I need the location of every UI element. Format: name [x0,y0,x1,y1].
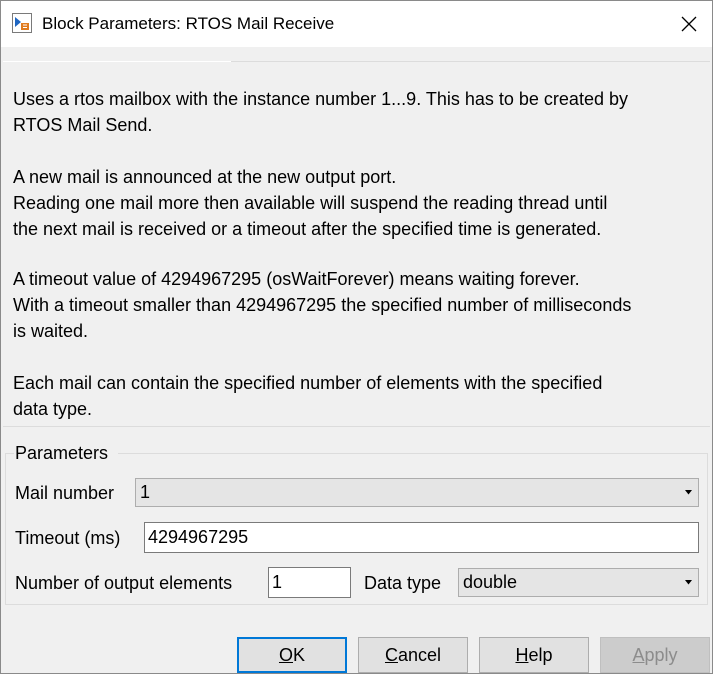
group-border [6,453,14,454]
help-button[interactable]: Help [479,637,589,673]
cancel-mnemonic: C [384,645,398,665]
mail-number-select[interactable]: 1 [135,478,699,507]
ok-button[interactable]: OK [237,637,347,673]
data-type-label: Data type [364,573,442,593]
description-line: data type. [13,399,93,419]
description-tab-line [3,61,231,62]
ok-label: K [293,645,306,665]
help-label: elp [528,645,553,665]
apply-button[interactable]: Apply [600,637,710,673]
mail-number-label: Mail number [15,483,115,503]
num-elements-value: 1 [272,572,283,592]
description-line: Reading one mail more then available wil… [13,193,608,213]
description-paragraph-3: A timeout value of 4294967295 (osWaitFor… [13,266,631,344]
data-type-value: double [463,572,518,592]
num-elements-input[interactable]: 1 [268,567,351,598]
description-paragraph-4: Each mail can contain the specified numb… [13,370,602,422]
title-bar[interactable]: Block Parameters: RTOS Mail Receive [1,1,712,47]
apply-mnemonic: A [632,645,645,665]
timeout-input[interactable]: 4294967295 [144,522,699,553]
apply-label: pply [644,645,678,665]
description-paragraph-2: A new mail is announced at the new outpu… [13,164,607,242]
cancel-button[interactable]: Cancel [358,637,468,673]
mail-number-value: 1 [140,482,151,502]
description-line: A timeout value of 4294967295 (osWaitFor… [13,269,580,289]
group-border [118,453,707,454]
cancel-label: ancel [397,645,442,665]
timeout-value: 4294967295 [148,527,249,547]
block-parameters-dialog: Block Parameters: RTOS Mail Receive Uses… [0,0,713,674]
description-line: the next mail is received or a timeout a… [13,219,602,239]
window-title: Block Parameters: RTOS Mail Receive [42,14,335,33]
num-elements-label: Number of output elements [15,573,233,593]
description-line: A new mail is announced at the new outpu… [13,167,397,187]
description-line: With a timeout smaller than 4294967295 t… [13,295,632,315]
description-line: is waited. [13,321,89,341]
description-line: RTOS Mail Send. [13,115,153,135]
timeout-label: Timeout (ms) [15,528,121,548]
description-line: Each mail can contain the specified numb… [13,373,603,393]
close-icon [681,16,697,32]
help-mnemonic: H [515,645,529,665]
ok-mnemonic: O [278,645,293,665]
simulink-block-icon [12,13,32,33]
description-paragraph-1: Uses a rtos mailbox with the instance nu… [13,86,628,138]
close-button[interactable] [666,1,712,47]
parameters-legend: Parameters [15,442,113,464]
chevron-down-icon [685,580,692,585]
block-description: Uses a rtos mailbox with the instance nu… [3,61,710,427]
description-line: Uses a rtos mailbox with the instance nu… [13,89,628,109]
chevron-down-icon [685,490,692,495]
data-type-select[interactable]: double [458,568,699,597]
